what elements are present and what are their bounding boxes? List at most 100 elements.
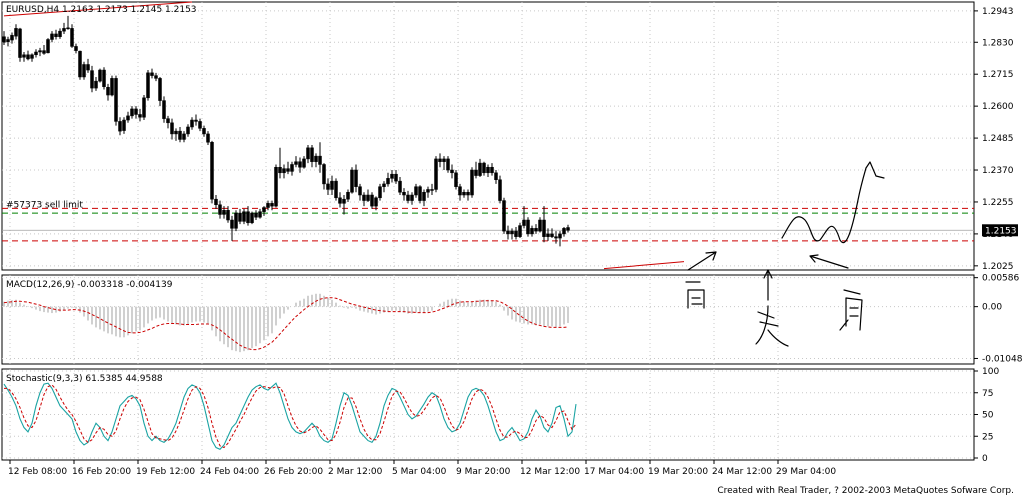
candle-body xyxy=(106,87,110,96)
candle xyxy=(526,217,530,237)
candle-body xyxy=(418,186,422,201)
candle xyxy=(114,75,118,126)
candle xyxy=(470,167,474,198)
candle-body xyxy=(194,119,198,122)
x-tick-label: 2 Mar 12:00 xyxy=(328,467,383,477)
candle-body xyxy=(230,219,234,229)
candle-body xyxy=(322,164,326,185)
candle xyxy=(250,211,254,225)
candle-body xyxy=(306,147,310,160)
candle-body xyxy=(246,211,250,224)
price-tick-label: 1.2715 xyxy=(982,70,1014,80)
candle-body xyxy=(294,161,298,165)
candle-body xyxy=(534,228,538,232)
stoch-tick-label: 25 xyxy=(982,432,993,442)
candle-body xyxy=(378,186,382,199)
chart-window: 12 Feb 08:00 16 Feb 20:00 19 Feb 12:00 24 F… xyxy=(0,0,1024,500)
candle xyxy=(434,156,438,193)
candle-body xyxy=(254,212,258,218)
candle-body xyxy=(138,114,142,118)
candle-body xyxy=(278,166,282,174)
candle-body xyxy=(2,36,6,43)
candle-body xyxy=(358,186,362,196)
candle xyxy=(98,68,102,83)
x-tick-label: 24 Feb 04:00 xyxy=(200,467,259,477)
candle-body xyxy=(546,233,550,237)
x-tick-label: 16 Feb 20:00 xyxy=(72,467,131,477)
candle xyxy=(78,50,82,80)
stoch-tick-label: 50 xyxy=(982,411,994,421)
x-tick-label: 17 Mar 04:00 xyxy=(584,467,644,477)
candle xyxy=(82,61,86,80)
candle-body xyxy=(258,211,262,218)
candle-body xyxy=(70,28,74,47)
macd-tick-label: 0.00 xyxy=(982,303,1002,313)
candle-body xyxy=(262,207,266,212)
x-tick-label: 9 Mar 20:00 xyxy=(456,467,511,477)
candle-body xyxy=(302,158,306,168)
candle-body xyxy=(82,64,86,78)
candle-body xyxy=(502,200,506,232)
trading-chart: 12 Feb 08:00 16 Feb 20:00 19 Feb 12:00 24 F… xyxy=(1,1,1023,477)
candle-body xyxy=(78,50,82,78)
candle-body xyxy=(110,78,114,96)
candle-body xyxy=(506,230,510,235)
candle-body xyxy=(554,236,558,239)
candle-body xyxy=(102,69,106,87)
candle-body xyxy=(434,158,438,190)
candle-body xyxy=(474,169,478,176)
candle-body xyxy=(406,194,410,201)
x-tick-label: 12 Mar 12:00 xyxy=(520,467,580,477)
candle-body xyxy=(430,189,434,191)
candle-body xyxy=(74,46,78,51)
candle-body xyxy=(298,161,302,168)
candle-body xyxy=(206,133,210,143)
footer-credit: Created with Real Trader, ? 2002-2003 Me… xyxy=(717,486,1014,496)
price-tick-label: 1.2943 xyxy=(982,7,1014,17)
candle-body xyxy=(282,168,286,174)
candle-body xyxy=(354,169,358,187)
candle xyxy=(46,38,50,54)
candle-body xyxy=(202,128,206,135)
candle-body xyxy=(178,130,182,140)
candle-body xyxy=(14,28,18,37)
price-tick-label: 1.2025 xyxy=(982,262,1014,272)
candle xyxy=(142,95,146,121)
candle-body xyxy=(146,72,150,99)
candle-body xyxy=(498,179,502,201)
candle-body xyxy=(190,119,194,128)
candle-body xyxy=(510,230,514,235)
candle-body xyxy=(126,115,130,121)
candle-body xyxy=(422,191,426,201)
price-panel xyxy=(1,1,975,271)
price-header-label: EURUSD,H4 1.2163 1.2173 1.2145 1.2153 xyxy=(6,5,197,15)
candle-body xyxy=(550,233,554,237)
candle xyxy=(334,178,338,201)
x-tick-label: 26 Feb 20:00 xyxy=(264,467,323,477)
candle xyxy=(418,185,422,204)
candle-body xyxy=(162,100,166,119)
candle-body xyxy=(218,204,222,215)
candle-body xyxy=(174,130,178,135)
candle-body xyxy=(462,191,466,196)
candle-body xyxy=(114,78,118,122)
candle-body xyxy=(90,70,94,89)
candle-body xyxy=(562,228,566,235)
candle-body xyxy=(382,183,386,187)
candle-body xyxy=(118,121,122,132)
candle-body xyxy=(314,155,318,162)
candle-body xyxy=(238,212,242,222)
candle-body xyxy=(490,166,494,174)
candle-body xyxy=(414,186,418,196)
candle-body xyxy=(470,169,474,196)
stoch-tick-label: 75 xyxy=(982,389,993,399)
candle-body xyxy=(438,158,442,162)
last-price-value: 1.2153 xyxy=(985,226,1017,236)
candle-body xyxy=(366,194,370,201)
candle-body xyxy=(226,210,230,221)
candle-body xyxy=(58,30,62,37)
candle-body xyxy=(326,183,330,190)
candle-body xyxy=(482,162,486,174)
candle xyxy=(210,140,214,204)
candle xyxy=(502,197,506,234)
